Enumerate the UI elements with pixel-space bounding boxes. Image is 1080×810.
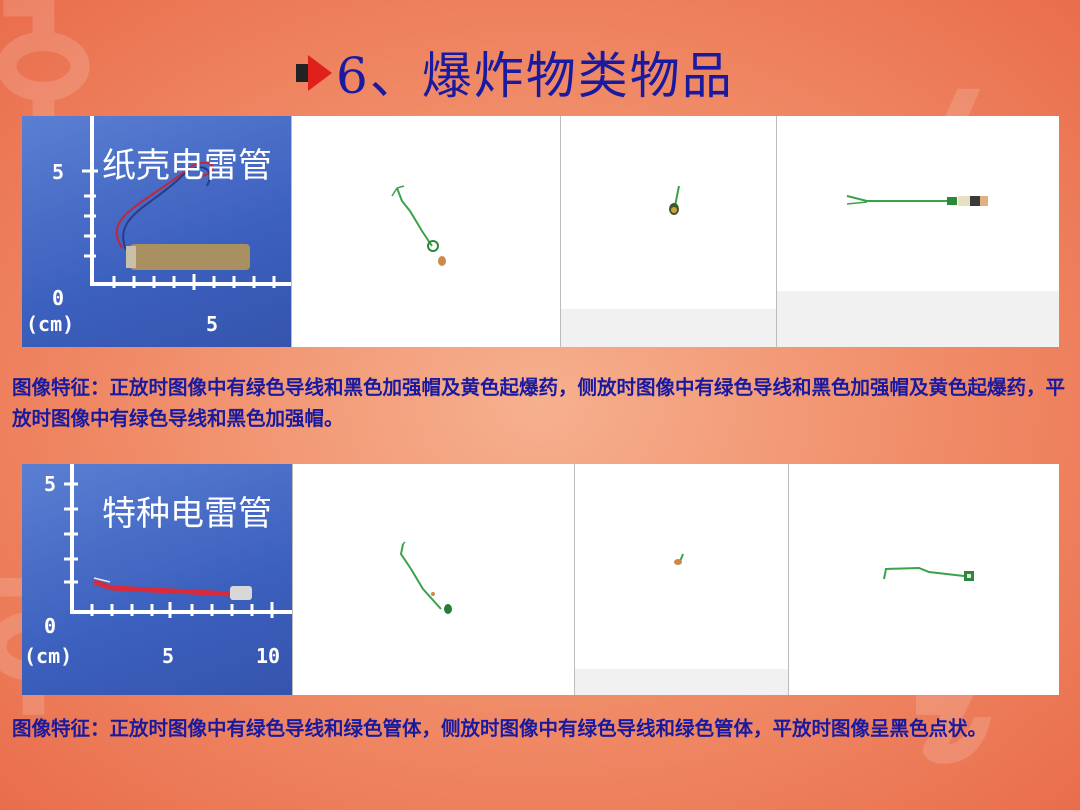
ruler-x-tick-label: 5 [162, 644, 175, 668]
detonator-photo: 5 0 (cm) 5 10 特种电雷管 [22, 464, 292, 695]
detonator-row-2: 5 0 (cm) 5 10 特种电雷管 [22, 464, 1059, 695]
xray-view-side [574, 464, 789, 695]
xray-view-upright [291, 464, 575, 695]
slide-title-bar: 6、爆炸物类物品 [296, 40, 734, 105]
ruler-x-tick-label: 5 [206, 312, 219, 336]
detonator-name-label: 特种电雷管 [102, 494, 272, 534]
caption-row-2: 图像特征：正放时图像中有绿色导线和绿色管体，侧放时图像中有绿色导线和绿色管体，平… [12, 717, 988, 740]
ruler-unit-label: (cm) [26, 312, 75, 336]
xray-view-flat [788, 464, 1059, 695]
detonator-name-label: 纸壳电雷管 [102, 146, 272, 186]
ruler-origin-label: 0 [44, 614, 57, 638]
ruler-y-tick-label: 5 [52, 160, 65, 184]
ruler-origin-label: 0 [52, 286, 65, 310]
detonator-photo: 5 0 (cm) 5 纸壳电雷管 [22, 116, 292, 347]
xray-view-upright [291, 116, 560, 347]
xray-view-flat [775, 116, 1059, 347]
caption-row-1: 图像特征：正放时图像中有绿色导线和黑色加强帽及黄色起爆药，侧放时图像中有绿色导线… [12, 376, 1066, 430]
slide-title: 6、爆炸物类物品 [336, 47, 734, 105]
detonator-row-1: 5 0 (cm) 5 纸壳电雷管 [22, 116, 1059, 347]
xray-view-side [559, 116, 776, 347]
ruler-unit-label: (cm) [24, 644, 73, 668]
arrow-bullet-icon [296, 52, 336, 92]
ruler-y-tick-label: 5 [44, 472, 57, 496]
ruler-x-tick-label-2: 10 [256, 644, 281, 668]
